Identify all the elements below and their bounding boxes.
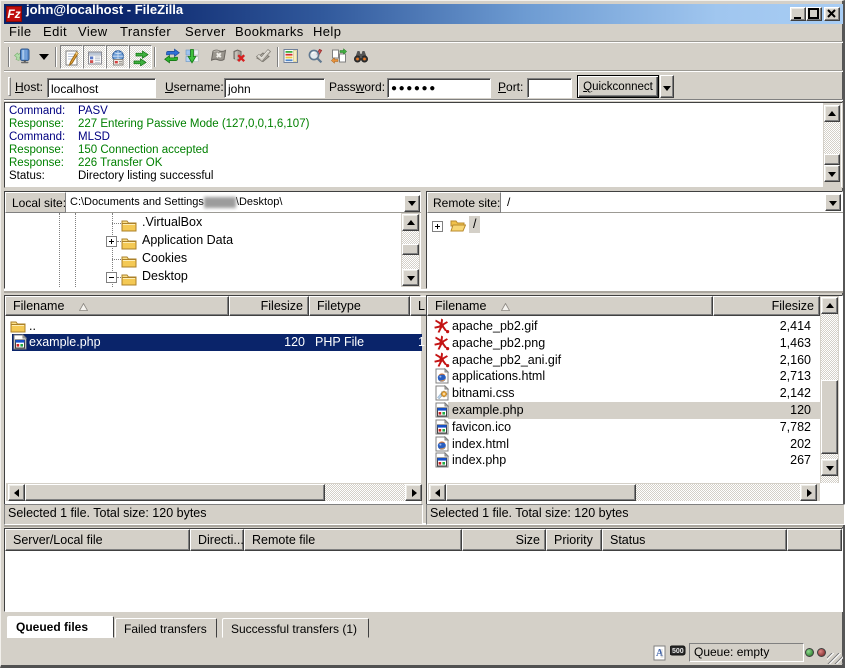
svg-text:500: 500 xyxy=(672,648,684,655)
